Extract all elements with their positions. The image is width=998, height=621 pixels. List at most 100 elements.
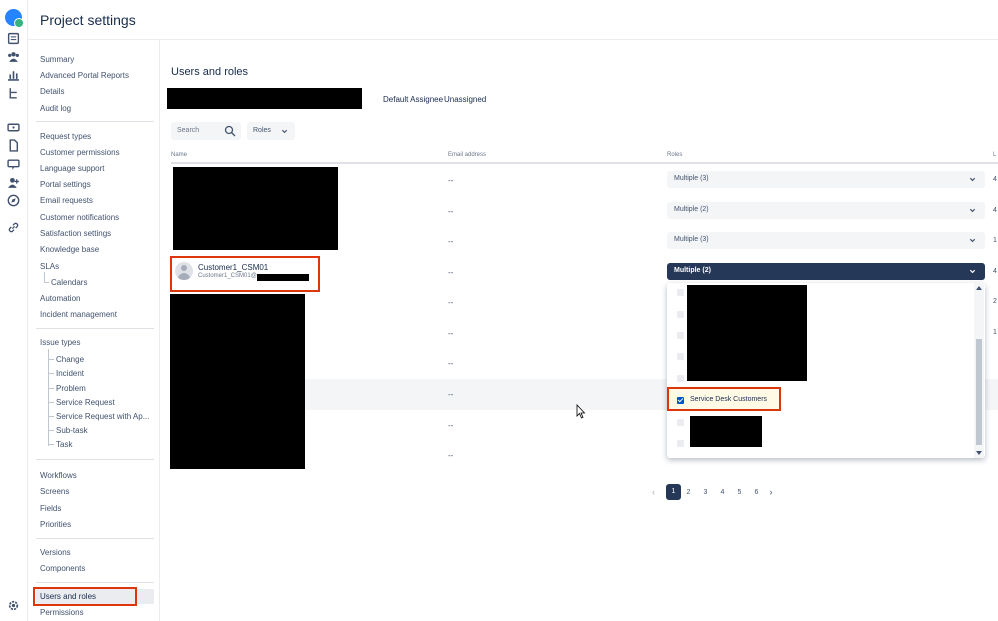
sidebar-item-versions[interactable]: Versions	[40, 548, 71, 557]
redacted-block	[170, 294, 305, 469]
roles-select[interactable]: Multiple (2)	[667, 202, 985, 219]
next-page-icon[interactable]: ›	[764, 487, 778, 497]
scroll-up-icon[interactable]	[976, 286, 982, 290]
sidebar-item-email-requests[interactable]: Email requests	[40, 196, 93, 205]
roles-filter-button[interactable]: Roles	[247, 122, 295, 140]
reports-icon[interactable]	[7, 68, 20, 81]
role-option-label[interactable]: Service Desk Customers	[690, 396, 767, 403]
role-checkbox[interactable]	[677, 332, 684, 339]
team-icon[interactable]	[7, 50, 20, 63]
sidebar-item-workflows[interactable]: Workflows	[40, 471, 77, 480]
sidebar-item-sub-task[interactable]: Sub-task	[49, 426, 88, 435]
project-avatar-icon[interactable]	[5, 9, 24, 28]
table-cell-email: --	[448, 359, 454, 368]
sidebar-item-screens[interactable]: Screens	[40, 487, 69, 496]
sidebar-item-task[interactable]: Task	[48, 440, 72, 449]
sidebar-item-audit-log[interactable]: Audit log	[40, 104, 71, 113]
chat-icon[interactable]	[7, 158, 20, 171]
table-cell-truncated: 1	[993, 237, 997, 244]
roles-select-value: Multiple (2)	[674, 267, 711, 274]
table-cell-email: --	[448, 268, 454, 277]
customers-icon[interactable]	[7, 176, 20, 189]
table-cell-email: --	[448, 451, 454, 460]
table-cell-email: --	[448, 329, 454, 338]
role-checkbox[interactable]	[677, 289, 684, 296]
sidebar-item-advanced-portal-reports[interactable]: Advanced Portal Reports	[40, 71, 129, 80]
sidebar-item-knowledge-base[interactable]: Knowledge base	[40, 245, 99, 254]
default-assignee-value[interactable]: Unassigned	[444, 95, 486, 104]
table-cell-email: --	[448, 176, 454, 185]
role-checkbox[interactable]	[677, 440, 684, 447]
pages-icon[interactable]	[7, 139, 20, 152]
roles-select[interactable]: Multiple (3)	[667, 232, 985, 249]
role-checkbox[interactable]	[677, 311, 684, 318]
chevron-down-icon	[969, 177, 976, 182]
roles-select[interactable]: Multiple (3)	[667, 171, 985, 188]
sidebar-item-components[interactable]: Components	[40, 564, 85, 573]
sidebar-item-change[interactable]: Change	[48, 355, 84, 364]
page-button[interactable]: 4	[715, 489, 730, 496]
sidebar-item-incident[interactable]: Incident	[48, 369, 84, 378]
roles-filter-label: Roles	[253, 127, 271, 134]
page-button[interactable]: 5	[732, 489, 747, 496]
default-assignee-label: Default Assignee	[383, 95, 444, 104]
table-cell-email: --	[448, 390, 454, 399]
roles-dropdown-menu[interactable]: Service Desk Customers	[667, 283, 985, 458]
sidebar-item-portal-settings[interactable]: Portal settings	[40, 180, 91, 189]
previous-page-icon[interactable]: ‹	[652, 487, 666, 497]
chevron-down-icon	[969, 208, 976, 213]
tree-line	[48, 349, 49, 446]
page-button[interactable]: 3	[698, 489, 713, 496]
table-cell-email: --	[448, 298, 454, 307]
sidebar-divider	[36, 459, 154, 460]
dropdown-scrollbar[interactable]	[974, 283, 984, 458]
role-checkbox[interactable]	[677, 353, 684, 360]
queues-icon[interactable]	[7, 121, 20, 134]
search-placeholder: Search	[177, 127, 200, 134]
board-icon[interactable]	[7, 32, 20, 45]
sidebar-item-issue-types[interactable]: Issue types	[40, 338, 80, 347]
sidebar-item-service-request-approvals[interactable]: Service Request with Ap...	[48, 412, 149, 421]
column-header-email[interactable]: Email address	[448, 152, 486, 158]
table-cell-truncated: 4	[993, 176, 997, 183]
redacted-block	[173, 167, 338, 250]
sidebar-item-summary[interactable]: Summary	[40, 55, 74, 64]
sidebar-item-details[interactable]: Details	[40, 87, 64, 96]
page-button[interactable]: 6	[749, 489, 764, 496]
sidebar-item-language-support[interactable]: Language support	[40, 164, 105, 173]
sidebar-item-customer-notifications[interactable]: Customer notifications	[40, 213, 119, 222]
sidebar-item-request-types[interactable]: Request types	[40, 132, 91, 141]
scroll-down-icon[interactable]	[976, 451, 982, 455]
settings-sidebar: Summary Advanced Portal Reports Details …	[28, 40, 160, 621]
sidebar-item-problem[interactable]: Problem	[49, 384, 86, 393]
search-input[interactable]: Search	[171, 122, 241, 140]
sidebar-item-priorities[interactable]: Priorities	[40, 520, 71, 529]
page-button[interactable]: 2	[681, 489, 696, 496]
redacted-block	[690, 416, 762, 447]
sidebar-item-service-request[interactable]: Service Request	[49, 398, 115, 407]
table-cell-email: --	[448, 207, 454, 216]
sidebar-item-customer-permissions[interactable]: Customer permissions	[40, 148, 120, 157]
settings-icon[interactable]	[7, 599, 20, 612]
role-checkbox[interactable]	[677, 419, 684, 426]
hierarchy-icon[interactable]	[7, 87, 20, 100]
role-checkbox[interactable]	[677, 375, 684, 382]
role-checkbox-checked[interactable]	[677, 397, 684, 404]
compass-icon[interactable]	[7, 194, 20, 207]
link-icon[interactable]	[7, 221, 20, 234]
column-header-roles[interactable]: Roles	[667, 152, 682, 158]
sidebar-item-satisfaction-settings[interactable]: Satisfaction settings	[40, 229, 111, 238]
scrollbar-thumb[interactable]	[976, 339, 982, 445]
sidebar-item-slas[interactable]: SLAs	[40, 262, 59, 271]
table-cell-truncated: 4	[993, 268, 997, 275]
sidebar-item-permissions[interactable]: Permissions	[40, 608, 84, 617]
page-button-current[interactable]: 1	[666, 484, 681, 500]
roles-select-value: Multiple (3)	[674, 175, 709, 182]
column-header-name[interactable]: Name	[171, 152, 187, 158]
sidebar-item-automation[interactable]: Automation	[40, 294, 80, 303]
roles-select-open[interactable]: Multiple (2)	[667, 263, 985, 280]
sidebar-item-incident-management[interactable]: Incident management	[40, 310, 117, 319]
sidebar-item-calendars[interactable]: Calendars	[43, 278, 87, 287]
sidebar-item-fields[interactable]: Fields	[40, 504, 61, 513]
table-cell-truncated: 2	[993, 298, 997, 305]
